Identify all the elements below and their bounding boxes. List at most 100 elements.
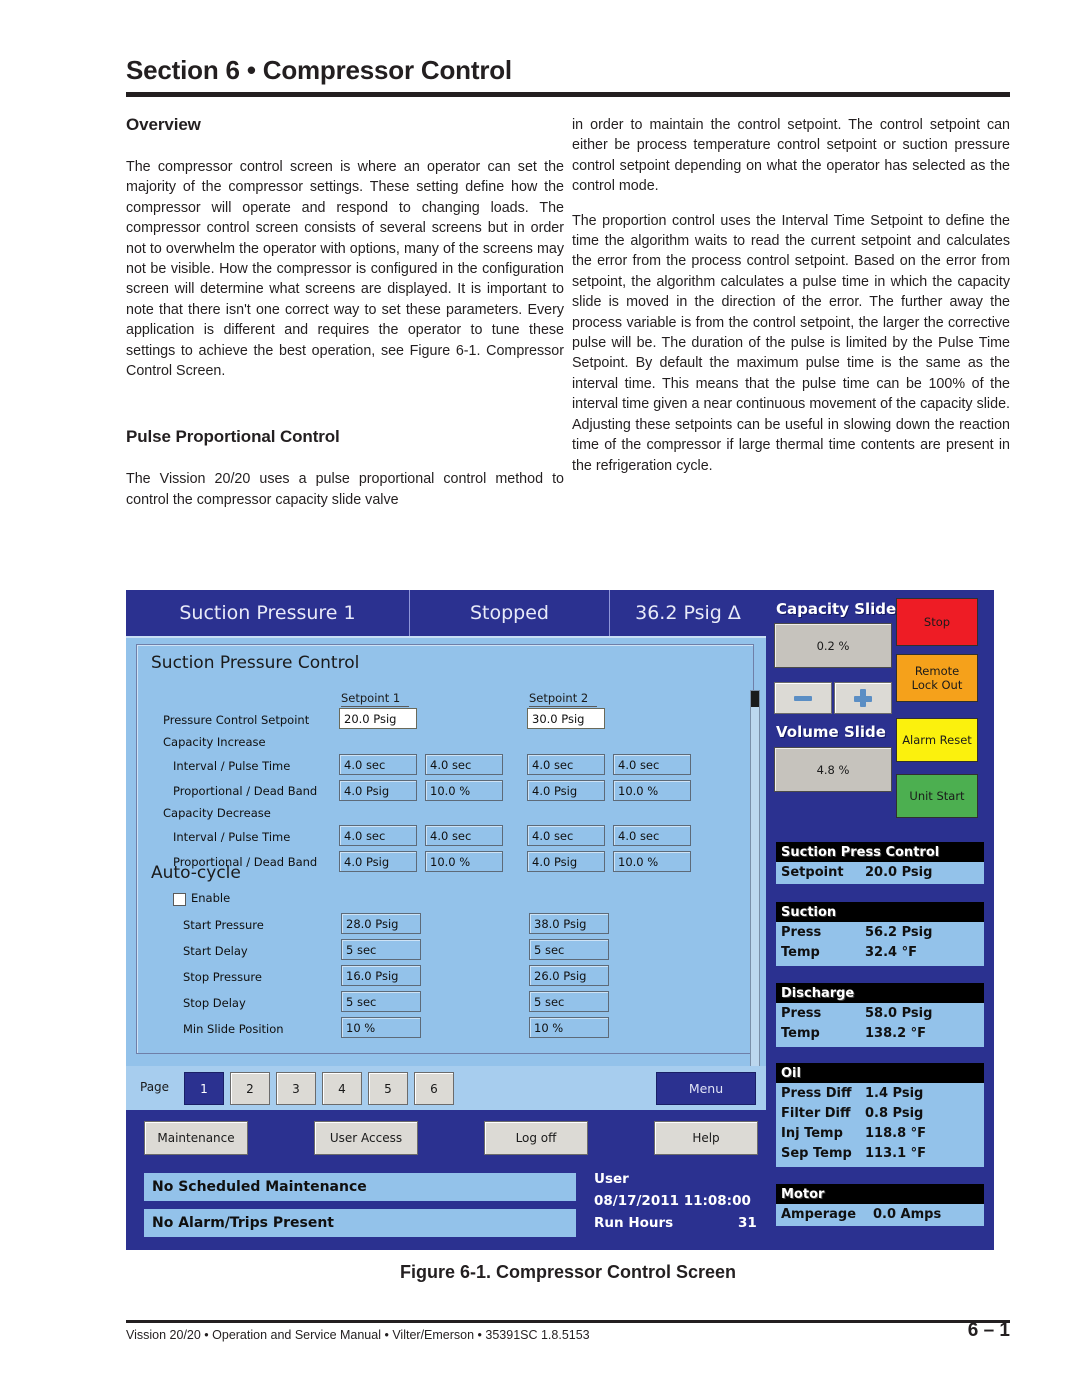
autocycle-heading: Auto-cycle [151,863,241,883]
label-pressure-control-setpoint: Pressure Control Setpoint [163,713,310,727]
panel-heading: Suction Pressure Control [151,653,360,673]
input-sp2-pressure-control-setpoint[interactable]: 30.0 Psig [527,708,605,729]
setpoint-2-header: Setpoint 2 [529,691,597,707]
readout-body-suction-press-control: Setpoint 20.0 Psig [776,862,984,884]
page-button-1[interactable]: 1 [184,1072,224,1105]
input-dec-sp1-proportional[interactable]: 4.0 Psig [339,851,417,872]
label-stop-delay: Stop Delay [183,996,246,1010]
capacity-slide-readout: 0.2 % [774,623,892,668]
label-increase-interval-pulse: Interval / Pulse Time [173,759,291,773]
readout-key: Sep Temp [781,1145,852,1161]
input-dec-sp1-pulse[interactable]: 4.0 sec [425,825,503,846]
input-stop-delay-2[interactable]: 5 sec [529,991,609,1012]
readout-value: 138.2 °F [865,1025,927,1041]
autocycle-enable-checkbox[interactable] [173,893,186,906]
delta-pressure-cell: 36.2 Psig Δ [635,602,741,624]
label-start-pressure: Start Pressure [183,918,264,932]
input-min-slide-1[interactable]: 10 % [341,1017,421,1038]
input-sp1-pressure-control-setpoint[interactable]: 20.0 Psig [339,708,417,729]
panel-vertical-scrollbar[interactable] [750,690,760,1108]
input-stop-pressure-2[interactable]: 26.0 Psig [529,965,609,986]
user-label: User [594,1171,629,1187]
readout-key: Press Diff [781,1085,852,1101]
capacity-decrease-button[interactable] [774,682,832,714]
right-paragraph-1: in order to maintain the control setpoin… [572,117,1010,195]
readout-header-suction: Suction [776,902,984,922]
readout-value: 20.0 Psig [865,864,933,880]
page-button-3[interactable]: 3 [276,1072,316,1105]
readout-body-oil: Press Diff 1.4 Psig Filter Diff 0.8 Psig I… [776,1083,984,1167]
remote-lock-out-line1: Remote [914,664,960,678]
readout-header-suction-press-control: Suction Press Control [776,842,984,862]
input-min-slide-2[interactable]: 10 % [529,1017,609,1038]
input-start-pressure-2[interactable]: 38.0 Psig [529,913,609,934]
plus-icon [854,689,872,707]
footer-page-number: 6 – 1 [967,1320,1010,1341]
readout-body-discharge: Press 58.0 Psig Temp 138.2 °F [776,1003,984,1047]
stop-button[interactable]: Stop [896,598,978,646]
input-dec-sp2-proportional[interactable]: 4.0 Psig [527,851,605,872]
capacity-slide-label: Capacity Slide [776,600,897,618]
input-dec-sp1-deadband[interactable]: 10.0 % [425,851,503,872]
maintenance-status-bar: No Scheduled Maintenance [144,1173,576,1201]
input-inc-sp2-deadband[interactable]: 10.0 % [613,780,691,801]
alarm-status-bar: No Alarm/Trips Present [144,1209,576,1237]
document-page: Section 6 • Compressor Control Overview … [0,0,1080,1397]
readout-key: Inj Temp [781,1125,843,1141]
hmi-status-bar: Suction Pressure 1 Stopped 36.2 Psig Δ [126,590,766,636]
input-stop-pressure-1[interactable]: 16.0 Psig [341,965,421,986]
run-hours-label: Run Hours [594,1215,674,1231]
input-inc-sp2-interval[interactable]: 4.0 sec [527,754,605,775]
input-start-delay-2[interactable]: 5 sec [529,939,609,960]
capacity-increase-button[interactable] [834,682,892,714]
page-label: Page [140,1080,170,1094]
remote-lock-out-button[interactable]: Remote Lock Out [896,654,978,702]
user-access-button[interactable]: User Access [314,1121,418,1155]
overview-paragraph: The compressor control screen is where a… [126,159,564,380]
readout-value: 0.8 Psig [865,1105,924,1121]
readout-value: 32.4 °F [865,944,917,960]
readout-value: 0.0 Amps [873,1206,942,1222]
figure-caption: Figure 6-1. Compressor Control Screen [399,1262,737,1282]
input-stop-delay-1[interactable]: 5 sec [341,991,421,1012]
page-button-5[interactable]: 5 [368,1072,408,1105]
menu-button[interactable]: Menu [656,1072,756,1105]
help-button[interactable]: Help [654,1121,758,1155]
remote-lock-out-line2: Lock Out [911,678,963,692]
input-dec-sp2-interval[interactable]: 4.0 sec [527,825,605,846]
page-button-2[interactable]: 2 [230,1072,270,1105]
input-inc-sp1-deadband[interactable]: 10.0 % [425,780,503,801]
maintenance-button[interactable]: Maintenance [144,1121,248,1155]
input-start-delay-1[interactable]: 5 sec [341,939,421,960]
alarm-reset-button[interactable]: Alarm Reset [896,718,978,762]
input-dec-sp1-interval[interactable]: 4.0 sec [339,825,417,846]
hmi-right-rail: Capacity Slide 0.2 % Volume Slide 4.8 % … [766,590,994,1250]
input-inc-sp2-proportional[interactable]: 4.0 Psig [527,780,605,801]
log-off-button[interactable]: Log off [484,1121,588,1155]
compressor-control-screenshot: Suction Pressure 1 Stopped 36.2 Psig Δ S… [126,590,994,1250]
readout-key: Temp [781,1025,820,1041]
page-button-6[interactable]: 6 [414,1072,454,1105]
readout-header-discharge: Discharge [776,983,984,1003]
input-inc-sp1-interval[interactable]: 4.0 sec [339,754,417,775]
label-capacity-increase: Capacity Increase [163,735,266,749]
input-inc-sp1-proportional[interactable]: 4.0 Psig [339,780,417,801]
input-start-pressure-1[interactable]: 28.0 Psig [341,913,421,934]
label-increase-prop-dead: Proportional / Dead Band [173,784,318,798]
unit-start-button[interactable]: Unit Start [896,774,978,818]
input-inc-sp1-pulse[interactable]: 4.0 sec [425,754,503,775]
label-autocycle-enable: Enable [191,891,231,905]
control-mode-cell[interactable]: Suction Pressure 1 [126,590,410,636]
scrollbar-thumb[interactable] [751,691,759,707]
label-capacity-decrease: Capacity Decrease [163,806,271,820]
readout-header-oil: Oil [776,1063,984,1083]
right-text-column: in order to maintain the control setpoin… [572,115,1010,490]
label-decrease-interval-pulse: Interval / Pulse Time [173,830,291,844]
input-inc-sp2-pulse[interactable]: 4.0 sec [613,754,691,775]
page-button-4[interactable]: 4 [322,1072,362,1105]
minus-icon [794,695,812,701]
volume-slide-label: Volume Slide [776,723,886,741]
input-dec-sp2-deadband[interactable]: 10.0 % [613,851,691,872]
input-dec-sp2-pulse[interactable]: 4.0 sec [613,825,691,846]
readout-value: 56.2 Psig [865,924,933,940]
